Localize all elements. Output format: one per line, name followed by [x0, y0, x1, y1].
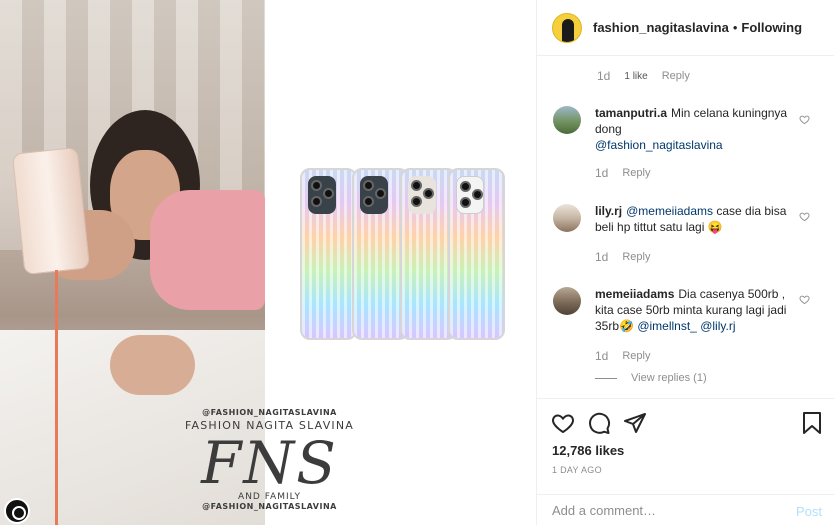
- charging-cable: [55, 270, 58, 525]
- comment-body: lily.rj @memeiiadams case dia bisa beli h…: [595, 203, 795, 265]
- comment-time: 1d: [597, 69, 611, 83]
- header-separator: •: [732, 20, 738, 35]
- likes-count[interactable]: 12,786 likes: [552, 443, 624, 458]
- comment-mention[interactable]: @fashion_nagitaslavina: [595, 138, 723, 152]
- comment-meta: 1d Reply: [595, 348, 795, 364]
- camera-module: [408, 176, 436, 214]
- post-media[interactable]: @FASHION_NAGITASLAVINA FASHION NAGITA SL…: [0, 0, 537, 525]
- comment-meta: 1d 1 like Reply: [597, 69, 690, 83]
- comment-time: 1d: [595, 250, 609, 264]
- header-username[interactable]: fashion_nagitaslavina: [593, 20, 729, 35]
- phone-case-1: [300, 168, 357, 340]
- small-heart-icon[interactable]: [799, 294, 810, 305]
- reply-button[interactable]: Reply: [622, 249, 650, 265]
- camera-module: [308, 176, 336, 214]
- comment-username[interactable]: memeiiadams: [595, 287, 674, 301]
- comment-likes[interactable]: 1 like: [624, 71, 647, 82]
- comment-time: 1d: [595, 166, 609, 180]
- post-time: 1 DAY AGO: [552, 465, 602, 475]
- emoji: 😝: [707, 220, 723, 234]
- post-button[interactable]: Post: [796, 504, 822, 519]
- phone-cases-image: [300, 168, 515, 343]
- comment-meta: 1d Reply: [595, 249, 795, 265]
- watermark-monogram: FNS: [201, 429, 338, 497]
- watermark: @FASHION_NAGITASLAVINA FASHION NAGITA SL…: [182, 408, 357, 511]
- comment-mention[interactable]: @lily.rj: [700, 319, 735, 333]
- comment-item: tamanputri.a Min celana kuningnya dong @f…: [553, 105, 818, 181]
- camera-module: [360, 176, 388, 214]
- reply-button[interactable]: Reply: [622, 165, 650, 181]
- post-modal: @FASHION_NAGITASLAVINA FASHION NAGITA SL…: [0, 0, 834, 525]
- heart-icon[interactable]: [551, 411, 575, 435]
- small-heart-icon[interactable]: [799, 114, 810, 125]
- phone-in-hand: [11, 146, 91, 276]
- comment-username[interactable]: lily.rj: [595, 204, 622, 218]
- comment-bubble-icon[interactable]: [587, 411, 611, 435]
- avatar[interactable]: [552, 12, 582, 43]
- phone-case-4: [448, 168, 505, 340]
- pink-shirt: [150, 190, 265, 310]
- add-comment-row: Post: [537, 494, 834, 526]
- comment-mention[interactable]: @memeiiadams: [626, 204, 713, 218]
- comment-time: 1d: [595, 349, 609, 363]
- add-comment-input[interactable]: [552, 503, 772, 518]
- tagged-users-icon[interactable]: [4, 498, 30, 524]
- child-hand: [110, 335, 195, 395]
- emoji: 🤣: [619, 319, 634, 333]
- small-heart-icon[interactable]: [799, 211, 810, 222]
- avatar[interactable]: [553, 287, 581, 315]
- comment-item: memeiiadams Dia casenya 500rb , kita case…: [553, 286, 818, 386]
- reply-button[interactable]: Reply: [622, 348, 650, 364]
- view-replies-row[interactable]: View replies (1): [595, 370, 795, 386]
- comment-item: lily.rj @memeiiadams case dia bisa beli h…: [553, 203, 818, 265]
- post-header: fashion_nagitaslavina • Following: [537, 0, 834, 56]
- watermark-handle-bottom: @FASHION_NAGITASLAVINA: [202, 502, 337, 511]
- comments-panel: fashion_nagitaslavina • Following 1d 1 l…: [537, 0, 834, 525]
- avatar[interactable]: [553, 106, 581, 134]
- comment-body: memeiiadams Dia casenya 500rb , kita case…: [595, 286, 795, 386]
- camera-module: [456, 176, 484, 214]
- action-icons: [551, 411, 826, 437]
- post-actions: 12,786 likes 1 DAY AGO Post: [537, 398, 834, 525]
- comment-body: tamanputri.a Min celana kuningnya dong @f…: [595, 105, 795, 181]
- comment-username[interactable]: tamanputri.a: [595, 106, 667, 120]
- view-replies-button[interactable]: View replies (1): [631, 370, 707, 386]
- comment-meta: 1d Reply: [595, 165, 795, 181]
- reply-button[interactable]: Reply: [662, 70, 690, 82]
- replies-line: [595, 377, 617, 379]
- paper-plane-icon[interactable]: [623, 411, 647, 435]
- bookmark-icon[interactable]: [801, 411, 823, 435]
- avatar[interactable]: [553, 204, 581, 232]
- watermark-handle-top: @FASHION_NAGITASLAVINA: [202, 408, 337, 417]
- following-button[interactable]: Following: [741, 20, 802, 35]
- comment-mention[interactable]: @imellnst_: [637, 319, 697, 333]
- comments-list[interactable]: 1d 1 like Reply tamanputri.a Min celana k…: [537, 57, 834, 407]
